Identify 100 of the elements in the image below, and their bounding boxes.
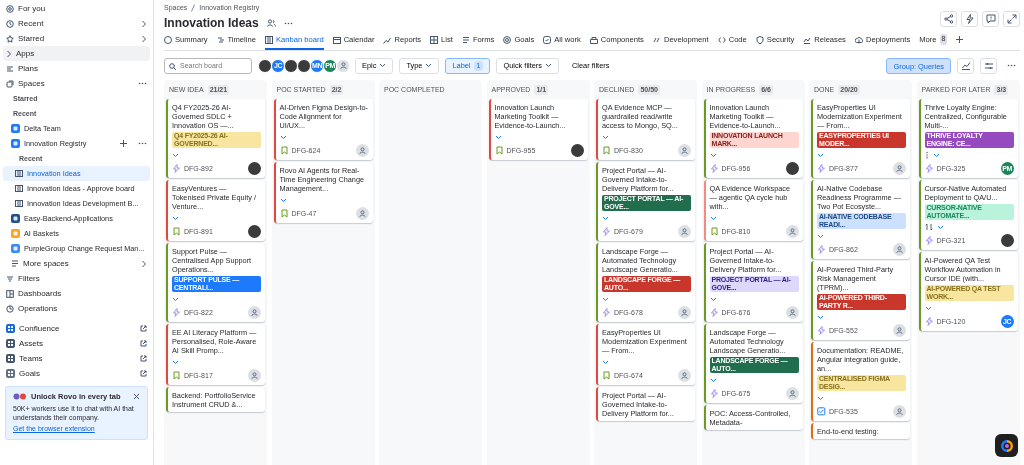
avatar[interactable] — [785, 162, 799, 176]
unassigned-avatar[interactable] — [678, 144, 691, 158]
avatar[interactable] — [297, 58, 311, 73]
external-link-icon[interactable] — [140, 325, 147, 332]
form-icon — [461, 35, 470, 44]
avatar[interactable] — [284, 58, 298, 73]
sidebar-item[interactable]: Teams — [3, 351, 150, 366]
release-icon — [803, 35, 812, 44]
feedback-button[interactable] — [982, 11, 999, 27]
external-link-icon[interactable] — [140, 370, 147, 377]
external-link-icon[interactable] — [140, 355, 147, 362]
sidebar-item[interactable]: Confluence — [3, 321, 150, 336]
lightning-icon — [817, 164, 826, 174]
chevron-down-icon[interactable] — [172, 296, 179, 302]
unassigned-avatar[interactable] — [678, 306, 691, 320]
chevron-down-icon[interactable] — [602, 296, 609, 302]
chevron-down-icon[interactable] — [924, 305, 932, 311]
share-button[interactable] — [940, 11, 957, 27]
chevron-right-icon[interactable] — [141, 34, 147, 43]
avatar[interactable] — [570, 144, 584, 158]
sidebar-item[interactable]: Dashboards — [3, 286, 150, 301]
chevron-down-icon[interactable] — [545, 63, 553, 69]
unassigned-avatar[interactable] — [893, 162, 906, 176]
timeline-icon — [216, 35, 225, 44]
board-icon — [15, 185, 23, 192]
lightning-button[interactable] — [961, 11, 978, 27]
unassigned-avatar[interactable] — [785, 387, 799, 401]
chevron-down-icon[interactable] — [172, 152, 179, 158]
sidebar-item[interactable]: Filters — [3, 271, 150, 286]
chevron-down-icon[interactable] — [379, 63, 387, 69]
external-link-icon[interactable] — [140, 340, 147, 347]
chevron-down-icon[interactable] — [425, 63, 433, 69]
more-icon[interactable] — [138, 82, 147, 85]
assistant-button[interactable] — [995, 434, 1018, 457]
checkbox-icon — [817, 407, 826, 417]
chevron-down-icon[interactable] — [602, 359, 609, 365]
chevron-down-icon[interactable] — [279, 197, 287, 203]
chevron-down-icon[interactable] — [709, 296, 717, 302]
chevron-down-icon[interactable] — [709, 215, 717, 221]
chevron-down-icon[interactable] — [932, 152, 940, 158]
chevron-down-icon[interactable] — [172, 215, 179, 221]
avatar[interactable] — [258, 58, 272, 73]
unassigned-avatar[interactable] — [355, 144, 369, 158]
more-icon[interactable] — [138, 142, 147, 145]
more-icon[interactable] — [283, 21, 293, 25]
chevron-down-icon[interactable] — [602, 215, 609, 221]
chevron-down-icon[interactable] — [279, 134, 287, 140]
sidebar-item[interactable]: Plans — [3, 61, 150, 76]
add-icon[interactable] — [120, 140, 127, 147]
unassigned-avatar[interactable] — [893, 243, 906, 257]
sidebar-item[interactable]: Apps — [3, 46, 150, 61]
chevron-down-icon[interactable] — [817, 152, 824, 158]
avatar[interactable] — [1000, 234, 1014, 248]
unassigned-avatar[interactable] — [336, 58, 350, 73]
avatar[interactable] — [248, 225, 261, 239]
chart-button[interactable] — [957, 57, 974, 74]
sidebar-item[interactable]: Starred — [3, 31, 150, 46]
settings-button[interactable] — [980, 57, 997, 74]
chevron-right-icon[interactable] — [141, 19, 147, 28]
chevron-right-icon[interactable] — [141, 259, 147, 268]
operations-icon — [6, 304, 14, 313]
chevron-down-icon[interactable] — [817, 395, 824, 401]
unassigned-avatar[interactable] — [785, 225, 799, 239]
close-button[interactable] — [133, 393, 140, 401]
unassigned-avatar[interactable] — [785, 306, 799, 320]
avatar[interactable] — [248, 162, 261, 176]
chevron-down-icon[interactable] — [709, 152, 717, 158]
sidebar-item[interactable]: Spaces — [3, 76, 150, 91]
sidebar-item[interactable]: Assets — [3, 336, 150, 351]
bookmark-icon — [279, 146, 289, 156]
lightning-icon — [709, 389, 719, 399]
sidebar-item[interactable]: Goals — [3, 366, 150, 381]
unassigned-avatar[interactable] — [893, 324, 906, 338]
lightning-icon — [924, 317, 934, 327]
chevron-down-icon[interactable] — [709, 377, 717, 383]
unassigned-avatar[interactable] — [678, 369, 691, 383]
chevron-right-icon[interactable] — [6, 49, 12, 58]
app-icon — [6, 369, 15, 378]
unassigned-avatar[interactable] — [355, 207, 369, 221]
chevron-down-icon[interactable] — [602, 134, 609, 140]
sidebar-item[interactable]: For you — [3, 1, 150, 16]
chevron-down-icon[interactable] — [817, 233, 824, 239]
chevron-down-icon[interactable] — [172, 359, 179, 365]
people-icon[interactable] — [266, 19, 276, 27]
bookmark-icon — [494, 146, 504, 156]
unassigned-avatar[interactable] — [678, 225, 691, 239]
chevron-down-icon[interactable] — [494, 134, 502, 140]
space-icon — [11, 244, 20, 253]
sidebar-item[interactable]: Recent — [3, 16, 150, 31]
unassigned-avatar[interactable] — [248, 306, 261, 320]
unassigned-avatar[interactable] — [893, 405, 906, 419]
chevron-down-icon[interactable] — [936, 224, 944, 230]
sidebar-item[interactable]: Operations — [3, 301, 150, 316]
person-icon — [896, 327, 903, 335]
clock-icon — [6, 19, 14, 28]
chevron-down-icon[interactable] — [817, 314, 824, 320]
sidebar-item[interactable]: More spaces — [3, 256, 150, 271]
expand-button[interactable] — [1003, 11, 1020, 27]
code-icon — [717, 35, 726, 44]
unassigned-avatar[interactable] — [248, 369, 261, 383]
